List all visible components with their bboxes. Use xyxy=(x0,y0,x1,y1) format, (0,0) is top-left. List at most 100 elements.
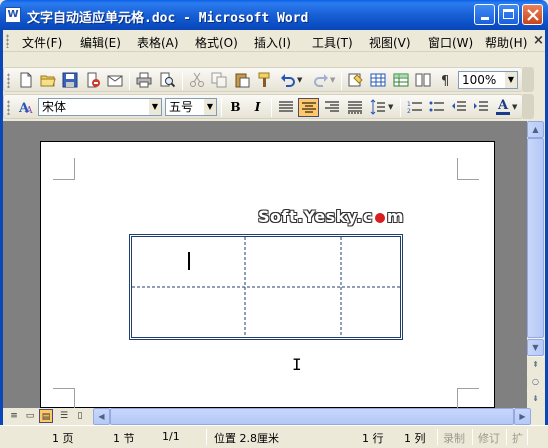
numbering-icon[interactable]: 12 xyxy=(407,99,423,115)
margin-corner-mark xyxy=(457,388,479,410)
cut-icon[interactable] xyxy=(189,72,205,88)
font-name-combobox[interactable]: 宋体 ▼ xyxy=(38,98,162,116)
print-icon[interactable] xyxy=(136,72,152,88)
word-app-icon[interactable]: W xyxy=(5,7,21,23)
svg-text:A: A xyxy=(25,106,33,115)
close-window-button[interactable] xyxy=(522,4,543,25)
vertical-scrollbar[interactable]: ▲ ▼ ⇞ ○ ⇟ xyxy=(527,121,544,408)
paste-icon[interactable] xyxy=(234,72,250,88)
format-painter-icon[interactable] xyxy=(257,72,273,88)
font-color-dropdown-icon[interactable]: ▼ xyxy=(512,103,517,111)
table-cell[interactable] xyxy=(245,237,341,287)
redo-icon[interactable] xyxy=(313,72,329,88)
insert-table-icon[interactable] xyxy=(370,72,386,88)
insert-excel-icon[interactable] xyxy=(393,72,409,88)
select-browse-object-icon[interactable]: ○ xyxy=(527,374,544,391)
align-center-button[interactable] xyxy=(298,98,319,117)
insert-hyperlink-icon[interactable] xyxy=(348,72,364,88)
print-layout-view-icon[interactable]: ▤ xyxy=(39,409,53,423)
table-cell[interactable] xyxy=(341,237,400,287)
copy-icon[interactable] xyxy=(211,72,227,88)
menu-help[interactable]: 帮助(H) xyxy=(485,34,527,51)
status-page: 1 页 xyxy=(52,432,74,445)
window-title: 文字自动适应单元格.doc - Microsoft Word xyxy=(27,11,309,26)
menu-table[interactable]: 表格(A) xyxy=(137,34,179,51)
permission-icon[interactable] xyxy=(85,72,101,88)
maximize-button[interactable] xyxy=(498,4,519,25)
increase-indent-icon[interactable] xyxy=(473,99,489,115)
scroll-right-button[interactable]: ▶ xyxy=(514,408,531,425)
watermark-logo xyxy=(373,211,386,224)
formatting-toolbar: AA 宋体 ▼ 五号 ▼ B I ▼ 12 A ▼ xyxy=(3,94,523,119)
status-divider xyxy=(206,429,207,445)
toolbar-options-chevron[interactable] xyxy=(523,67,534,92)
status-extend[interactable]: 扩 xyxy=(512,430,523,446)
toolbar-grip[interactable] xyxy=(7,73,10,88)
zoom-combobox[interactable]: 100% ▼ xyxy=(458,71,518,89)
align-justify-icon[interactable] xyxy=(278,99,294,115)
toolbar-options-chevron[interactable] xyxy=(523,94,534,119)
menu-file[interactable]: 文件(F) xyxy=(22,34,62,51)
italic-button[interactable]: I xyxy=(247,98,268,117)
status-divider xyxy=(506,429,507,445)
table-cell[interactable] xyxy=(245,287,341,337)
save-icon[interactable] xyxy=(62,72,78,88)
distributed-align-icon[interactable] xyxy=(347,99,363,115)
scroll-down-button[interactable]: ▼ xyxy=(527,339,544,356)
menu-tools[interactable]: 工具(T) xyxy=(312,34,353,51)
styles-pane-icon[interactable]: AA xyxy=(18,99,34,115)
toolbar-separator xyxy=(129,71,130,90)
web-view-icon[interactable]: ▭ xyxy=(23,409,37,423)
line-spacing-dropdown-icon[interactable]: ▼ xyxy=(388,103,393,111)
table-cell[interactable] xyxy=(132,287,245,337)
vertical-scroll-thumb[interactable] xyxy=(527,138,544,338)
undo-dropdown-icon[interactable]: ▼ xyxy=(297,76,302,84)
font-size-value: 五号 xyxy=(169,100,194,114)
scroll-up-button[interactable]: ▲ xyxy=(527,121,544,138)
view-scroll-bar: ≡ ▭ ▤ ☰ ▯ ◀ ▶ xyxy=(3,408,544,425)
bold-button[interactable]: B xyxy=(225,98,246,117)
chevron-down-icon[interactable]: ▼ xyxy=(505,72,517,88)
status-bar: 1 页 1 节 1/1 位置 2.8厘米 1 行 1 列 录制 修订 扩 xyxy=(0,425,548,448)
horizontal-scrollbar[interactable]: ◀ ▶ xyxy=(93,408,531,425)
redo-dropdown-icon[interactable]: ▼ xyxy=(330,76,335,84)
undo-icon[interactable] xyxy=(280,72,296,88)
table-cell[interactable] xyxy=(341,287,400,337)
new-document-icon[interactable] xyxy=(18,72,34,88)
horizontal-scroll-thumb[interactable] xyxy=(110,408,514,425)
email-icon[interactable] xyxy=(107,72,123,88)
normal-view-icon[interactable]: ≡ xyxy=(7,409,21,423)
bullets-icon[interactable] xyxy=(429,99,445,115)
toolbar-separator xyxy=(341,71,342,90)
show-hide-marks-icon[interactable]: ¶ xyxy=(438,72,454,88)
reading-view-icon[interactable]: ▯ xyxy=(73,409,87,423)
open-folder-icon[interactable] xyxy=(40,72,56,88)
menu-window[interactable]: 窗口(W) xyxy=(428,34,473,51)
print-preview-icon[interactable] xyxy=(159,72,175,88)
font-size-combobox[interactable]: 五号 ▼ xyxy=(165,98,217,116)
toolbar-grip[interactable] xyxy=(7,100,10,115)
line-spacing-icon[interactable] xyxy=(370,99,386,115)
chevron-down-icon[interactable]: ▼ xyxy=(149,99,161,115)
status-track-changes[interactable]: 修订 xyxy=(478,430,500,446)
menu-insert[interactable]: 插入(I) xyxy=(254,34,291,51)
close-document-button[interactable]: × xyxy=(533,33,544,48)
font-color-button[interactable]: A xyxy=(494,98,512,117)
chevron-down-icon[interactable]: ▼ xyxy=(204,99,216,115)
menu-grip[interactable] xyxy=(6,34,9,48)
menu-format[interactable]: 格式(O) xyxy=(195,34,238,51)
status-record-macro[interactable]: 录制 xyxy=(443,430,465,446)
previous-page-icon[interactable]: ⇞ xyxy=(527,357,544,374)
align-right-icon[interactable] xyxy=(324,99,340,115)
menu-view[interactable]: 视图(V) xyxy=(369,34,411,51)
next-page-icon[interactable]: ⇟ xyxy=(527,391,544,408)
scroll-left-button[interactable]: ◀ xyxy=(93,408,110,425)
minimize-button[interactable] xyxy=(474,4,495,25)
toolbar-separator xyxy=(271,98,272,117)
outline-view-icon[interactable]: ☰ xyxy=(57,409,71,423)
document-table[interactable] xyxy=(129,234,403,340)
menu-edit[interactable]: 编辑(E) xyxy=(80,34,121,51)
decrease-indent-icon[interactable] xyxy=(451,99,467,115)
columns-icon[interactable] xyxy=(415,72,431,88)
toolbar-separator xyxy=(400,98,401,117)
